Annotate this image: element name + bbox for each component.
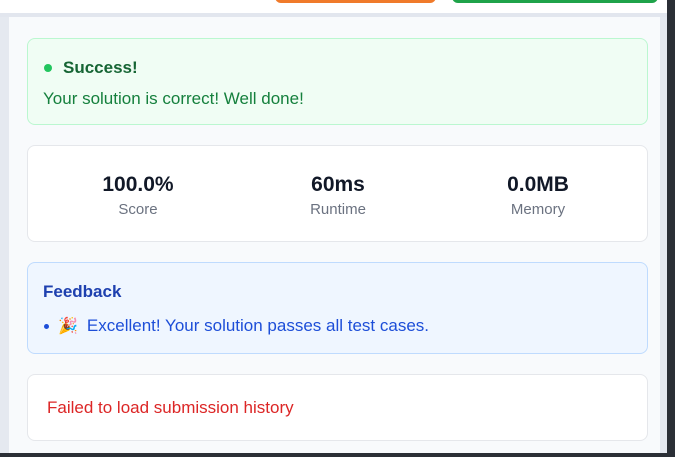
stats-card: 100.0% Score 60ms Runtime 0.0MB Memory xyxy=(27,145,648,242)
feedback-card: Feedback 🎉 Excellent! Your solution pass… xyxy=(27,262,648,354)
bullet-icon xyxy=(44,323,49,329)
success-message: Your solution is correct! Well done! xyxy=(43,89,304,108)
toolbar-orange-button[interactable] xyxy=(275,0,436,3)
feedback-item: 🎉 Excellent! Your solution passes all te… xyxy=(44,316,429,336)
stat-memory-value: 0.0MB xyxy=(507,173,569,196)
feedback-title: Feedback xyxy=(43,282,122,301)
stat-runtime-value: 60ms xyxy=(311,173,365,196)
stat-memory-label: Memory xyxy=(510,201,566,218)
stat-score-label: Score xyxy=(118,201,158,218)
feedback-item-text: Excellent! Your solution passes all test… xyxy=(86,316,430,335)
success-dot-icon xyxy=(44,64,52,72)
success-alert: Success! Your solution is correct! Well … xyxy=(27,38,648,125)
success-title: Success! xyxy=(63,58,138,77)
stat-runtime: 60ms Runtime xyxy=(238,172,438,218)
stat-memory: 0.0MB Memory xyxy=(438,172,638,218)
stat-runtime-label: Runtime xyxy=(310,201,366,218)
history-error-message: Failed to load submission history xyxy=(47,398,294,417)
toolbar-green-button[interactable] xyxy=(452,0,658,3)
top-toolbar xyxy=(0,0,667,17)
stat-score: 100.0% Score xyxy=(38,172,238,218)
stat-score-value: 100.0% xyxy=(102,173,174,196)
party-popper-icon: 🎉 xyxy=(58,318,78,335)
submission-history-card: Failed to load submission history xyxy=(27,374,648,441)
